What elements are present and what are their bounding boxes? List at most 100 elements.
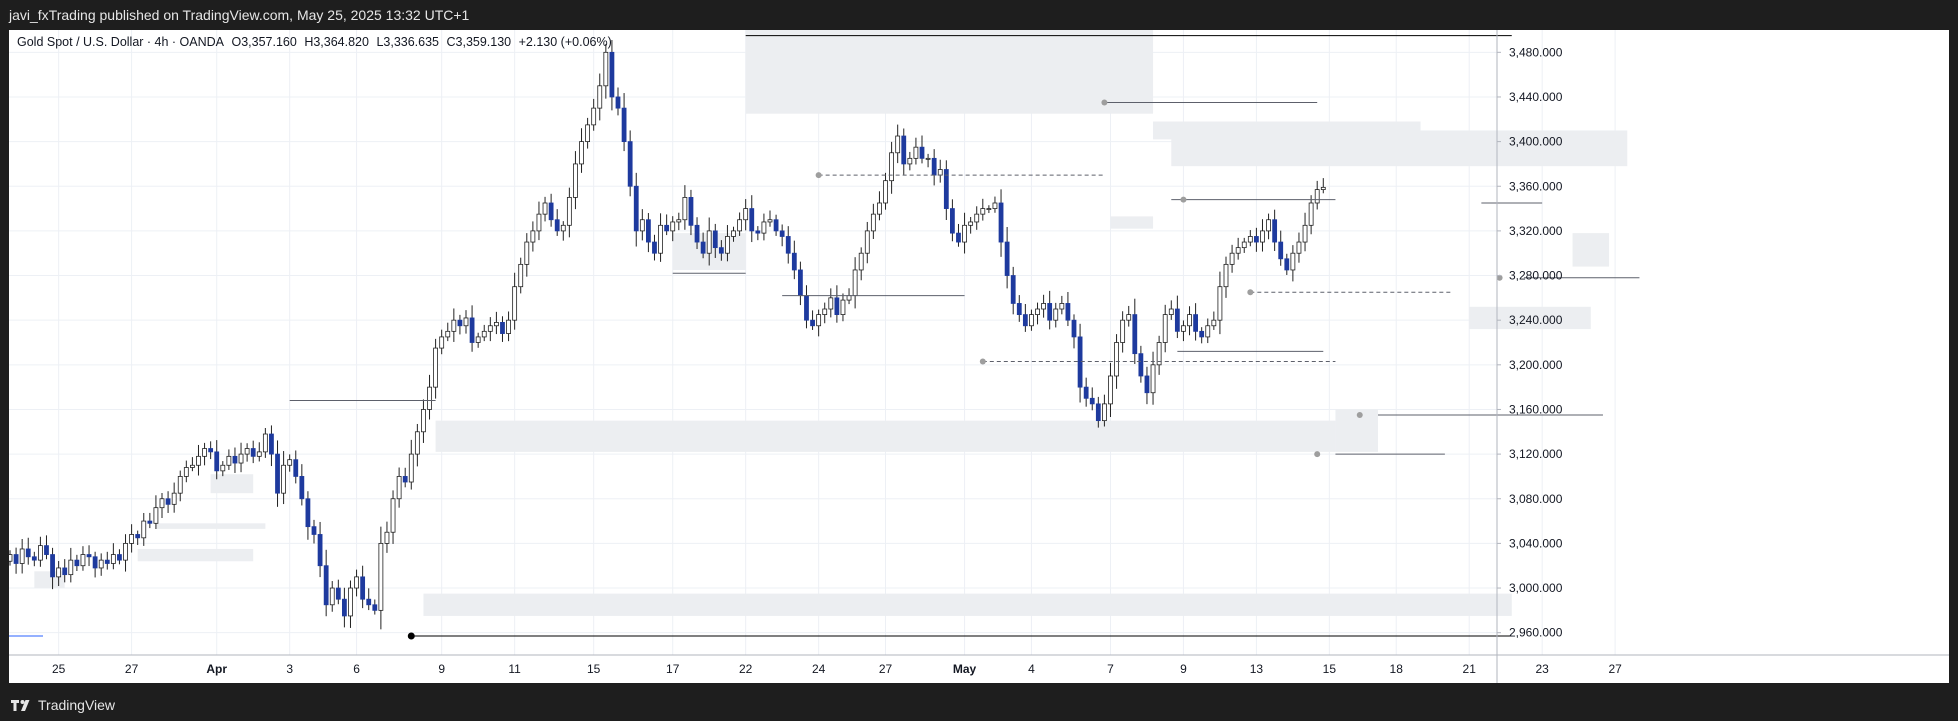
candle — [615, 87, 621, 116]
candle — [1217, 271, 1223, 335]
pivot-point[interactable] — [1101, 99, 1108, 106]
pivot-point[interactable] — [1314, 451, 1321, 458]
candles — [9, 40, 1326, 630]
candle — [238, 442, 244, 473]
candle-up — [287, 459, 293, 466]
chart-panel[interactable]: 3,480.000 3,440.000 3,400.000 3,360.000 3,32… — [9, 30, 1949, 683]
candle — [816, 309, 822, 337]
candle — [658, 213, 663, 262]
candle-up — [913, 146, 919, 159]
zone-rect[interactable] — [423, 593, 1512, 616]
candle-down — [1022, 314, 1028, 327]
candle — [293, 450, 299, 484]
pivot-point[interactable] — [1356, 412, 1363, 419]
candle-up — [463, 317, 469, 327]
pivot-point[interactable] — [407, 632, 415, 640]
candle — [1138, 345, 1144, 383]
zone-rect[interactable] — [1110, 216, 1154, 229]
candle-down — [798, 269, 803, 297]
zone-rect[interactable] — [1335, 409, 1378, 452]
candle-up — [445, 330, 451, 338]
candle-up — [390, 498, 396, 533]
pivot-points — [407, 99, 1503, 640]
time-tick-label: Apr — [206, 662, 227, 676]
candle-up — [396, 476, 402, 500]
candle — [384, 521, 390, 553]
price-axis[interactable]: 3,480.000 3,440.000 3,400.000 3,360.000 3,32… — [1496, 30, 1563, 683]
candle — [335, 579, 341, 605]
candle-up — [1260, 230, 1265, 243]
candle — [895, 124, 901, 164]
candle-up — [220, 464, 226, 472]
zone-rect[interactable] — [435, 420, 1336, 452]
candle-down — [688, 197, 694, 226]
candle — [390, 490, 396, 544]
pivot-point[interactable] — [979, 358, 986, 365]
candle — [281, 451, 287, 505]
candle — [171, 482, 177, 513]
candle-up — [1150, 364, 1156, 394]
time-tick-label: 9 — [1180, 662, 1187, 676]
candle — [80, 546, 86, 571]
zone-rect[interactable] — [1572, 233, 1610, 267]
candle-down — [135, 534, 141, 539]
candle-up — [481, 330, 487, 338]
legend-high: H3,364.820 — [304, 35, 369, 49]
zone-rect[interactable] — [745, 30, 1154, 114]
candle-down — [652, 241, 657, 254]
candle — [19, 538, 25, 574]
candle-up — [421, 409, 426, 433]
symbol-legend: Gold Spot / U.S. Dollar · 4h · OANDA O3,… — [17, 35, 616, 49]
candle-down — [469, 317, 475, 343]
candle — [1059, 295, 1065, 315]
zone-rect[interactable] — [155, 523, 266, 529]
footer-brand[interactable]: TradingView — [10, 697, 115, 713]
candle — [1284, 253, 1290, 275]
candle-up — [858, 252, 864, 271]
pivot-point[interactable] — [1180, 196, 1187, 203]
candle — [317, 521, 323, 578]
candle — [487, 317, 493, 342]
candle-down — [1047, 303, 1053, 321]
zone-rect[interactable] — [137, 548, 254, 562]
candle-up — [1120, 319, 1126, 343]
candle — [354, 569, 359, 597]
candle — [518, 257, 524, 294]
candle-up — [1205, 325, 1211, 338]
candle — [864, 221, 870, 264]
time-tick-label: 15 — [1323, 662, 1337, 676]
candle-up — [883, 180, 888, 204]
candle — [737, 212, 742, 236]
candle-down — [293, 459, 299, 477]
time-axis[interactable]: 25 27 Apr 3 6 9 11 15 17 22 24 27 May 4 7 9 13 15 18 21 23 27 — [9, 654, 1949, 676]
candle-down — [633, 185, 639, 232]
candle — [834, 285, 840, 323]
candle-down — [1089, 397, 1095, 405]
candle — [877, 191, 882, 221]
candle — [530, 221, 536, 252]
candle — [597, 73, 603, 121]
candle — [1181, 320, 1186, 342]
candle-up — [706, 230, 712, 254]
pivot-point[interactable] — [1247, 289, 1254, 296]
candle-down — [62, 567, 68, 576]
candle-up — [238, 453, 244, 464]
candle-up — [1168, 308, 1174, 315]
price-tick-label: 3,320.000 — [1509, 224, 1563, 238]
candle — [791, 240, 797, 280]
candle-down — [1278, 241, 1284, 260]
candle — [74, 554, 80, 572]
candle — [396, 467, 402, 508]
candle — [919, 135, 925, 164]
candle-up — [1266, 219, 1271, 232]
candle — [165, 491, 171, 513]
candle-down — [366, 598, 372, 606]
candle — [202, 442, 207, 466]
candle-up — [512, 286, 518, 321]
candle — [457, 314, 463, 335]
candle — [773, 214, 779, 236]
candle-down — [1077, 336, 1083, 388]
pivot-point[interactable] — [815, 172, 822, 179]
candle — [998, 189, 1004, 257]
candlestick-chart[interactable]: 3,480.000 3,440.000 3,400.000 3,360.000 3,32… — [9, 30, 1949, 683]
